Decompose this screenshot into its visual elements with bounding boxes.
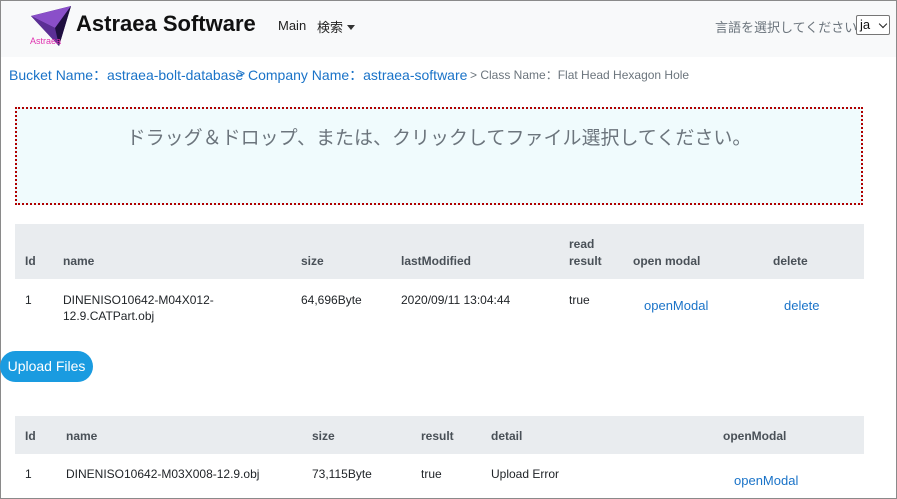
results-header-id: Id xyxy=(25,429,36,443)
files-cell-last-modified: 2020/09/11 13:04:44 xyxy=(401,293,511,307)
nav-search-dropdown[interactable]: 検索 xyxy=(317,17,356,36)
logo-text: Astraea xyxy=(30,36,61,46)
chevron-down-icon xyxy=(878,19,888,29)
upload-files-button[interactable]: Upload Files xyxy=(0,351,93,382)
results-header-detail: detail xyxy=(491,429,523,443)
caret-down-icon xyxy=(347,25,356,30)
brand-title[interactable]: Astraea Software xyxy=(76,11,256,37)
files-header-delete: delete xyxy=(773,254,808,268)
files-header-last-modified: lastModified xyxy=(401,254,472,268)
results-cell-name: DINENISO10642-M03X008-12.9.obj xyxy=(66,467,260,481)
language-label: 言語を選択してください。 xyxy=(715,20,871,35)
results-cell-result: true xyxy=(421,467,442,481)
dropzone-text: ドラッグ＆ドロップ、または、クリックしてファイル選択してください。 xyxy=(126,128,752,149)
results-header-size: size xyxy=(312,429,335,443)
files-header-result: result xyxy=(569,254,602,268)
files-header-name: name xyxy=(63,254,95,268)
files-header-size: size xyxy=(301,254,324,268)
files-cell-id: 1 xyxy=(25,293,32,307)
files-cell-name-line1: DINENISO10642-M04X012- xyxy=(63,293,214,307)
breadcrumb-company[interactable]: Company Name：astraea-software xyxy=(248,65,467,85)
files-header-open-modal: open modal xyxy=(633,254,701,268)
results-cell-id: 1 xyxy=(25,467,32,481)
delete-link[interactable]: delete xyxy=(784,298,819,313)
nav-search-label: 検索 xyxy=(317,20,344,35)
results-cell-detail: Upload Error xyxy=(491,467,560,481)
results-cell-size: 73,115Byte xyxy=(312,467,372,481)
results-header-open-modal: openModal xyxy=(723,429,787,443)
files-header-read: read xyxy=(569,237,595,251)
nav-main-link[interactable]: Main xyxy=(278,18,306,33)
language-select-value: ja xyxy=(860,17,871,32)
breadcrumb-bucket[interactable]: Bucket Name：astraea-bolt-database xyxy=(9,65,243,85)
results-open-modal-link[interactable]: openModal xyxy=(734,473,798,488)
results-header-result: result xyxy=(421,429,454,443)
navbar: Astraea Astraea Software Main 検索 言語を選択して… xyxy=(1,1,896,57)
astraea-logo[interactable]: Astraea xyxy=(29,4,73,48)
files-cell-name-line2: 12.9.CATPart.obj xyxy=(63,309,155,323)
file-dropzone[interactable]: ドラッグ＆ドロップ、または、クリックしてファイル選択してください。 xyxy=(15,107,863,205)
open-modal-link[interactable]: openModal xyxy=(644,298,708,313)
files-table-header xyxy=(15,224,864,279)
results-header-name: name xyxy=(66,429,98,443)
files-cell-size: 64,696Byte xyxy=(301,293,362,307)
breadcrumb-class: > Class Name：Flat Head Hexagon Hole xyxy=(470,68,690,82)
files-header-id: Id xyxy=(25,254,36,268)
language-select[interactable]: ja xyxy=(856,15,890,35)
files-cell-read-result: true xyxy=(569,293,590,307)
breadcrumb-separator: > xyxy=(237,65,246,81)
